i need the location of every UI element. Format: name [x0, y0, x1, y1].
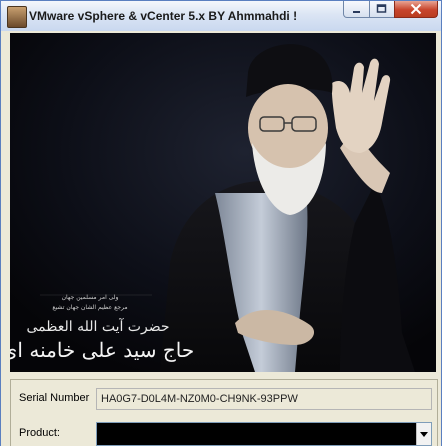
- caption-line-2: مرجع عظیم الشان جهان تشیع: [52, 304, 127, 311]
- license-form: Serial Number HA0G7-D0L4M-NZ0M0-CH9NK-93…: [10, 379, 438, 446]
- chevron-down-icon: [420, 432, 428, 437]
- dropdown-button[interactable]: [416, 423, 431, 445]
- caption-line-3: حضرت آیت الله العظمی: [26, 317, 169, 335]
- caption-line-4: حاج سید علی خامنه ای: [10, 338, 194, 362]
- title-bar[interactable]: VMware vSphere & vCenter 5.x BY Ahmmahdi…: [1, 1, 441, 31]
- maximize-icon: [376, 4, 387, 13]
- app-window: VMware vSphere & vCenter 5.x BY Ahmmahdi…: [0, 0, 442, 446]
- app-icon[interactable]: [7, 6, 27, 28]
- serial-number-field[interactable]: HA0G7-D0L4M-NZ0M0-CH9NK-93PPW: [96, 388, 432, 410]
- window-title: VMware vSphere & vCenter 5.x BY Ahmmahdi…: [29, 9, 298, 23]
- close-button[interactable]: [394, 1, 438, 18]
- product-label: Product:: [19, 427, 60, 439]
- caption-line-1: ولی امر مسلمین جهان: [62, 294, 119, 301]
- minimize-icon: [352, 11, 360, 13]
- serial-number-label: Serial Number: [19, 392, 90, 404]
- maximize-button[interactable]: [369, 1, 395, 18]
- minimize-button[interactable]: [343, 1, 370, 18]
- product-dropdown[interactable]: [96, 422, 432, 446]
- banner-image: ولی امر مسلمین جهان مرجع عظیم الشان جهان…: [10, 33, 436, 372]
- close-icon: [410, 3, 422, 15]
- portrait-image: ولی امر مسلمین جهان مرجع عظیم الشان جهان…: [10, 33, 436, 372]
